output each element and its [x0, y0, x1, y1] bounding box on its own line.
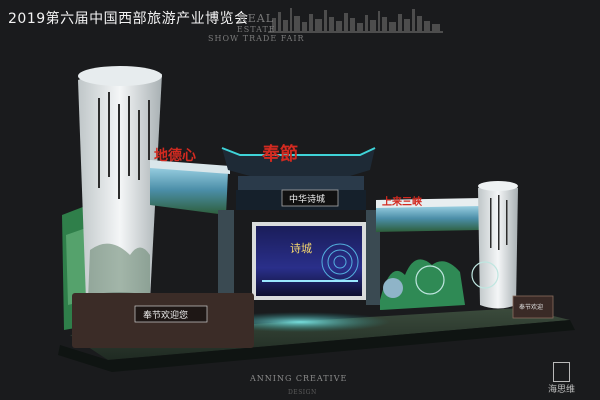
brand-logo-text: 海思维: [548, 385, 576, 395]
left-scroll-pillar: [78, 66, 162, 308]
front-plaque: 奉节欢迎您: [72, 293, 254, 348]
screen-text: 诗城: [290, 241, 312, 255]
exhibition-render: 地德心 奉節 中华诗城 诗城 上来三峡 奉节欢迎 奉节欢迎您 2019第六届中国…: [0, 0, 600, 400]
right-sign-text: 上来三峡: [382, 195, 422, 208]
board-sign-text: 中华诗城: [289, 193, 325, 205]
small-placard-text: 奉节欢迎: [519, 303, 543, 311]
left-arch-banner: 地德心: [150, 147, 230, 215]
watermark-line-2: ESTATE: [236, 25, 276, 34]
left-sign-text: 地德心: [154, 147, 196, 164]
watermark-block: REAL ESTATE SHOW TRADE FAIR: [208, 12, 305, 43]
central-gate: 奉節 中华诗城: [221, 143, 376, 210]
watermark-line-3: SHOW TRADE FAIR: [208, 34, 305, 43]
right-arch-banner: 上来三峡: [376, 195, 482, 232]
right-scroll-pillar: [478, 181, 518, 309]
brand-logo-icon: [553, 362, 570, 382]
center-left-column: [218, 210, 234, 305]
front-plaque-text: 奉节欢迎您: [143, 309, 188, 321]
center-sign-text: 奉節: [261, 143, 298, 165]
globe-decor: [383, 278, 403, 298]
designer-credit-sub: DESIGN: [288, 389, 317, 396]
booth-scene: 地德心 奉節 中华诗城 诗城 上来三峡 奉节欢迎 奉节欢迎您: [58, 66, 575, 372]
watermark-line-1: REAL: [238, 12, 275, 25]
designer-credit: ANNING CREATIVE: [250, 374, 348, 383]
led-screen: 诗城: [252, 222, 366, 300]
